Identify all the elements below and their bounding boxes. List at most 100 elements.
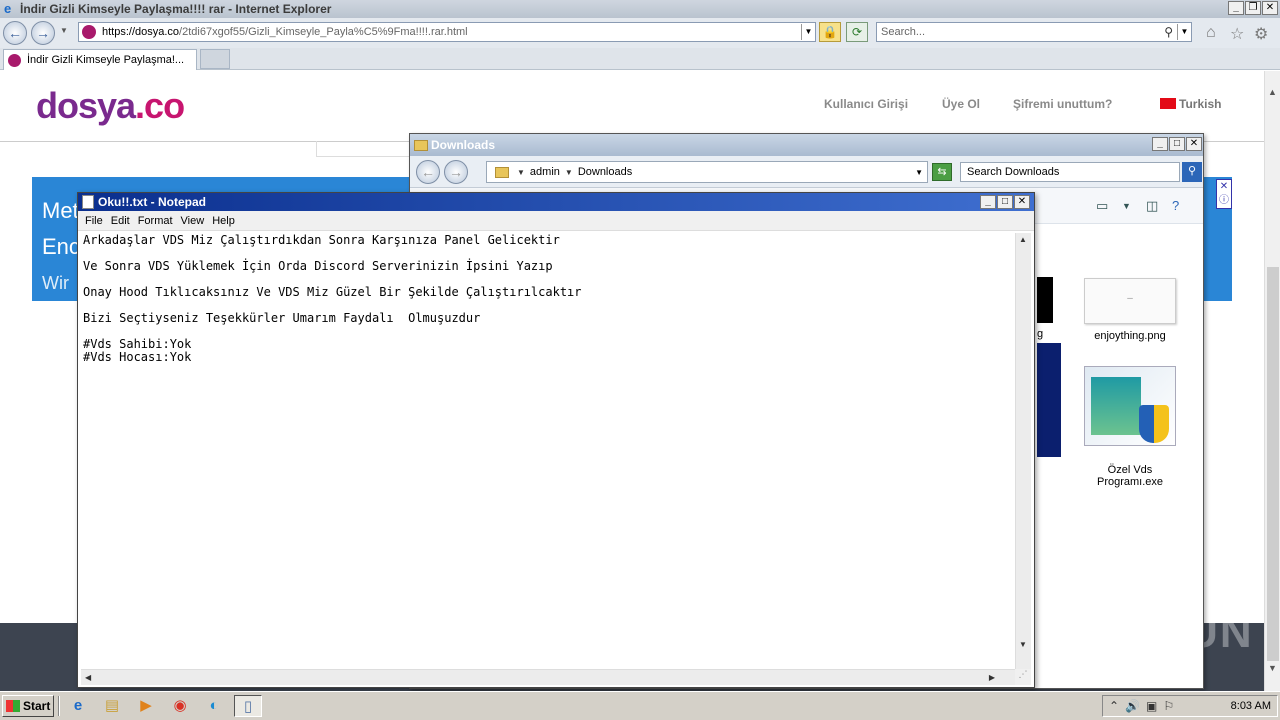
url-input[interactable]: https://dosya.co/2tdi67xgof55/Gizli_Kims…	[78, 22, 816, 42]
taskbar-media-player-icon[interactable]: ▶	[132, 695, 160, 717]
start-label: Start	[23, 699, 51, 713]
favorites-star-icon[interactable]: ☆	[1230, 24, 1244, 44]
view-dropdown-icon[interactable]: ▼	[1122, 201, 1131, 211]
tray-expand-icon[interactable]: ⌃	[1109, 699, 1119, 713]
minimize-icon[interactable]: _	[1152, 137, 1168, 151]
explorer-breadcrumb[interactable]: ▼ admin ▼ Downloads ▼	[486, 161, 928, 183]
gear-icon[interactable]: ⚙	[1254, 24, 1268, 44]
notepad-window-controls: _ □ ✕	[980, 195, 1030, 209]
back-button[interactable]: ←	[3, 21, 27, 45]
start-button[interactable]: Start	[2, 695, 54, 717]
scroll-thumb[interactable]	[1267, 267, 1279, 661]
site-search-stub[interactable]	[316, 141, 416, 157]
tab-dosya[interactable]: İndir Gizli Kimseyle Paylaşma!...	[3, 49, 197, 70]
view-options-icon[interactable]: ▭	[1096, 198, 1108, 214]
explorer-forward-button[interactable]: →	[444, 160, 468, 184]
nav-language-selector[interactable]: Turkish	[1160, 97, 1221, 111]
taskbar-clock[interactable]: 8:03 AM	[1231, 700, 1271, 712]
file-label-partial: g	[1037, 328, 1044, 340]
close-icon[interactable]: ✕	[1262, 1, 1278, 15]
chevron-down-icon[interactable]: ▼	[517, 168, 525, 177]
menu-file[interactable]: File	[85, 215, 103, 227]
scroll-right-icon[interactable]: ▶	[989, 673, 995, 682]
taskbar-chrome-icon[interactable]: ◉	[166, 695, 194, 717]
forward-button[interactable]: →	[31, 21, 55, 45]
site-logo[interactable]: dosya.co	[36, 85, 185, 127]
menu-help[interactable]: Help	[212, 215, 235, 227]
restore-icon[interactable]: ❐	[1245, 1, 1261, 15]
home-icon[interactable]: ⌂	[1206, 24, 1216, 42]
menu-format[interactable]: Format	[138, 215, 173, 227]
minimize-icon[interactable]: _	[1228, 1, 1244, 15]
breadcrumb-admin[interactable]: admin	[530, 166, 560, 178]
page-scrollbar[interactable]: ▲ ▼	[1264, 71, 1280, 691]
notepad-horizontal-scrollbar[interactable]: ◀ ▶	[81, 669, 1015, 685]
file-enjoything-png[interactable]: – enjoything.png	[1082, 278, 1178, 342]
new-tab-button[interactable]	[200, 49, 230, 69]
ie-window-controls: _ ❐ ✕	[1228, 1, 1278, 15]
language-label: Turkish	[1179, 97, 1222, 111]
explorer-refresh-icon[interactable]: ⇆	[932, 163, 952, 181]
ie-tab-bar: İndir Gizli Kimseyle Paylaşma!...	[0, 48, 1280, 70]
network-icon[interactable]: ▣	[1146, 699, 1157, 713]
browser-search-input[interactable]: Search... ⚲ ▼	[876, 22, 1192, 42]
taskbar-edge-icon[interactable]: ◐	[200, 695, 228, 717]
menu-edit[interactable]: Edit	[111, 215, 130, 227]
notepad-title-bar: Oku!!.txt - Notepad _ □ ✕	[78, 193, 1034, 211]
scroll-left-icon[interactable]: ◀	[85, 673, 91, 682]
close-icon[interactable]: ✕	[1014, 195, 1030, 209]
breadcrumb-folder-icon	[495, 166, 509, 178]
scroll-up-icon[interactable]: ▲	[1019, 235, 1027, 244]
resize-grip-icon[interactable]: ⋰	[1015, 669, 1031, 685]
nav-register-link[interactable]: Üye Ol	[942, 97, 980, 111]
help-icon[interactable]: ?	[1172, 198, 1179, 213]
maximize-icon[interactable]: □	[1169, 137, 1185, 151]
taskbar-ie-icon[interactable]: e	[64, 695, 92, 717]
volume-icon[interactable]: 🔊	[1125, 699, 1140, 713]
notepad-icon	[82, 195, 94, 209]
breadcrumb-dropdown-icon[interactable]: ▼	[915, 168, 923, 177]
image-thumbnail: –	[1084, 278, 1176, 324]
menu-view[interactable]: View	[181, 215, 205, 227]
url-dropdown-icon[interactable]: ▼	[801, 24, 815, 40]
explorer-search-input[interactable]: Search Downloads	[960, 162, 1180, 182]
explorer-back-button[interactable]: ←	[416, 160, 440, 184]
close-icon[interactable]: ✕	[1186, 137, 1202, 151]
system-tray: ⌃ 🔊 ▣ ⚐ 8:03 AM	[1102, 695, 1278, 717]
refresh-icon[interactable]: ⟳	[846, 22, 868, 42]
maximize-icon[interactable]: □	[997, 195, 1013, 209]
notepad-menu-bar: File Edit Format View Help	[78, 211, 1034, 231]
scroll-down-icon[interactable]: ▼	[1019, 640, 1027, 649]
scroll-down-icon[interactable]: ▼	[1268, 663, 1277, 673]
taskbar-explorer-icon[interactable]: ▤	[98, 695, 126, 717]
taskbar: Start e ▤ ▶ ◉ ◐ ▯ ⌃ 🔊 ▣ ⚐ 8:03 AM	[0, 691, 1280, 720]
taskbar-notepad-icon[interactable]: ▯	[234, 695, 262, 717]
preview-pane-icon[interactable]: ◫	[1146, 198, 1158, 214]
minimize-icon[interactable]: _	[980, 195, 996, 209]
search-dropdown-icon[interactable]: ▼	[1177, 24, 1191, 40]
notepad-vertical-scrollbar[interactable]: ▲ ▼	[1015, 233, 1031, 669]
file-ozel-vds-exe[interactable]: Özel Vds Programı.exe	[1080, 354, 1180, 500]
file-name: enjoything.png	[1094, 330, 1166, 342]
file-name: Özel Vds Programı.exe	[1096, 464, 1164, 488]
file-thumbnail-partial[interactable]	[1037, 277, 1053, 323]
scroll-up-icon[interactable]: ▲	[1268, 87, 1277, 97]
turkey-flag-icon	[1160, 98, 1176, 109]
ie-window-title: İndir Gizli Kimseyle Paylaşma!!!! rar - …	[20, 2, 332, 16]
search-icon[interactable]: ⚲	[1164, 23, 1173, 41]
exe-shield-icon	[1084, 366, 1176, 446]
logo-main: dosya	[36, 85, 136, 126]
explorer-search-icon[interactable]: ⚲	[1182, 162, 1202, 182]
notepad-text-area[interactable]: Arkadaşlar VDS Miz Çalıştırdıkdan Sonra …	[81, 233, 1015, 669]
breadcrumb-downloads[interactable]: Downloads	[578, 166, 632, 178]
browser-search-placeholder: Search...	[881, 26, 926, 38]
nav-forgot-password-link[interactable]: Şifremi unuttum?	[1013, 97, 1112, 111]
history-dropdown-icon[interactable]: ▼	[60, 26, 68, 35]
action-center-flag-icon[interactable]: ⚐	[1163, 699, 1174, 713]
nav-login-link[interactable]: Kullanıcı Girişi	[824, 97, 908, 111]
chevron-down-icon[interactable]: ▼	[565, 168, 573, 177]
file-thumbnail-partial-2[interactable]	[1037, 343, 1061, 457]
lock-icon[interactable]: 🔒	[819, 22, 841, 42]
ie-title-bar: e İndir Gizli Kimseyle Paylaşma!!!! rar …	[0, 0, 1280, 18]
ad-close-icon[interactable]: ✕ ⓘ	[1216, 179, 1232, 209]
